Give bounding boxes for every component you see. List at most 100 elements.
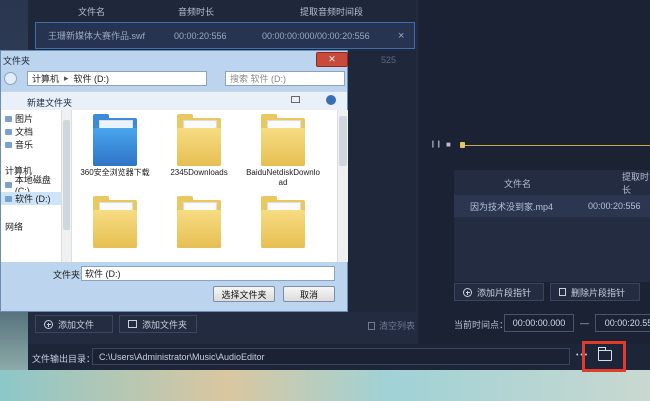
hidden-cell-value: 525 bbox=[381, 55, 397, 65]
nav-label: 音乐 bbox=[15, 140, 34, 150]
folder-grid: 360安全浏览器下载 2345Downloads BaiduNetdiskDow… bbox=[77, 110, 335, 262]
nav-item-drive-c[interactable]: 本地磁盘 (C:) bbox=[1, 175, 67, 196]
folder-icon bbox=[261, 196, 305, 248]
folder-name: BaiduNetdiskDownload bbox=[246, 168, 320, 187]
cancel-button[interactable]: 取消 bbox=[283, 286, 335, 302]
stop-icon[interactable]: ■ bbox=[446, 140, 451, 149]
file-name: 王珊新媒体大赛作品.swf bbox=[48, 31, 146, 41]
select-folder-button[interactable]: 选择文件夹 bbox=[213, 286, 275, 302]
col-header-range: 提取音频时间段 bbox=[300, 6, 364, 17]
pause-icon[interactable]: ❙❙ bbox=[430, 140, 442, 148]
grid-scroll-thumb[interactable] bbox=[339, 116, 347, 166]
folder-icon bbox=[177, 196, 221, 248]
grid-scrollbar[interactable] bbox=[337, 110, 348, 262]
folder-name: 2345Downloads bbox=[170, 168, 228, 177]
output-dir-label: 文件输出目录： bbox=[32, 354, 96, 364]
folder-name-row: 文件夹: 软件 (D:) bbox=[1, 264, 347, 282]
navigation-pane: 图片 文档 音乐 计算机 本地磁盘 (C:) 软件 (D:) 网络 bbox=[1, 110, 72, 262]
timeline-thumb[interactable] bbox=[460, 142, 465, 148]
addr-part-drive[interactable]: 软件 (D:) bbox=[74, 72, 110, 85]
time-separator: — bbox=[580, 318, 589, 328]
segment-name: 因为技术没到家.mp4 bbox=[470, 201, 554, 212]
player-controls: ❙❙ ■ bbox=[418, 136, 650, 156]
dialog-toolbar: 新建文件夹 bbox=[1, 91, 347, 111]
nav-item-network[interactable]: 网络 bbox=[1, 220, 67, 233]
nav-item-drive-d[interactable]: 软件 (D:) bbox=[1, 192, 67, 205]
nav-label: 文档 bbox=[15, 127, 34, 137]
col-header-duration: 音频时长 bbox=[178, 6, 215, 17]
nav-item-documents[interactable]: 文档 bbox=[1, 125, 67, 138]
help-icon[interactable] bbox=[326, 95, 336, 105]
dialog-content: 图片 文档 音乐 计算机 本地磁盘 (C:) 软件 (D:) 网络 360安全浏… bbox=[1, 110, 348, 262]
documents-icon bbox=[5, 128, 12, 135]
nav-scroll-thumb[interactable] bbox=[63, 120, 70, 230]
add-circle-icon bbox=[44, 319, 53, 329]
current-time-label: 当前时间点： bbox=[454, 320, 509, 330]
folder-icon bbox=[93, 114, 137, 166]
timeline-track[interactable] bbox=[462, 145, 650, 146]
folder-tile[interactable] bbox=[77, 192, 153, 250]
address-bar: 计算机 ▸ 软件 (D:) 搜索 软件 (D:) bbox=[1, 69, 347, 89]
file-range: 00:00:00:000/00:00:20:556 bbox=[262, 30, 370, 41]
dialog-close-button[interactable]: ✕ bbox=[316, 52, 348, 67]
clear-list-button[interactable]: 清空列表 bbox=[368, 319, 415, 332]
view-options-icon[interactable] bbox=[291, 96, 300, 103]
folder-tile[interactable] bbox=[245, 192, 321, 250]
delete-marker-button[interactable]: 删除片段指针 bbox=[550, 283, 640, 301]
seg-header-duration: 提取时长 bbox=[622, 172, 650, 195]
nav-scrollbar[interactable] bbox=[61, 110, 71, 262]
segment-row[interactable]: 因为技术没到家.mp4 00:00:20:556 bbox=[454, 195, 650, 217]
add-file-label: 添加文件 bbox=[58, 319, 95, 330]
dialog-titlebar: 文件夹 ✕ bbox=[1, 51, 348, 67]
browse-folder-dialog: 文件夹 ✕ 计算机 ▸ 软件 (D:) 搜索 软件 (D:) 新建文件夹 图片 … bbox=[0, 50, 348, 312]
folder-name-input[interactable]: 软件 (D:) bbox=[81, 266, 335, 281]
folder-tile[interactable]: 360安全浏览器下载 bbox=[77, 110, 153, 178]
delete-marker-label: 删除片段指针 bbox=[571, 287, 626, 298]
output-bar: 文件输出目录： C:\Users\Administrator\Music\Aud… bbox=[28, 344, 650, 370]
address-field[interactable]: 计算机 ▸ 软件 (D:) bbox=[27, 71, 207, 86]
new-folder-button[interactable]: 新建文件夹 bbox=[27, 96, 72, 109]
folder-icon bbox=[93, 196, 137, 248]
folder-tile[interactable] bbox=[161, 192, 237, 250]
folder-tile[interactable]: 2345Downloads bbox=[161, 110, 237, 178]
folder-outline-icon bbox=[128, 320, 137, 328]
dialog-title: 文件夹 bbox=[3, 56, 31, 66]
folder-icon bbox=[177, 114, 221, 166]
folder-name: 360安全浏览器下载 bbox=[80, 168, 150, 177]
drive-icon bbox=[5, 181, 12, 188]
desktop-wallpaper-bottom bbox=[0, 370, 650, 401]
search-input[interactable]: 搜索 软件 (D:) bbox=[225, 71, 345, 86]
trash-icon bbox=[368, 321, 375, 330]
end-time-field[interactable]: 00:00:20.556 bbox=[595, 314, 650, 332]
remove-file-icon[interactable]: × bbox=[398, 30, 404, 42]
add-circle-icon bbox=[463, 287, 472, 297]
drive-icon bbox=[5, 195, 12, 202]
breadcrumb-separator-icon: ▸ bbox=[64, 73, 69, 83]
segment-duration: 00:00:20:556 bbox=[588, 201, 641, 211]
back-icon[interactable] bbox=[4, 72, 17, 85]
nav-item-pictures[interactable]: 图片 bbox=[1, 112, 67, 125]
folder-icon bbox=[261, 114, 305, 166]
addr-part-computer[interactable]: 计算机 bbox=[32, 72, 59, 85]
file-row[interactable]: 王珊新媒体大赛作品.swf 00:00:20:556 00:00:00:000/… bbox=[35, 22, 415, 49]
file-duration: 00:00:20:556 bbox=[174, 30, 227, 41]
add-marker-label: 添加片段指针 bbox=[477, 287, 532, 298]
trash-icon bbox=[559, 288, 566, 296]
music-icon bbox=[5, 141, 12, 148]
add-folder-button[interactable]: 添加文件夹 bbox=[119, 315, 197, 333]
clear-list-label: 清空列表 bbox=[379, 321, 416, 331]
segment-panel: ❙❙ ■ 文件名 提取时长 因为技术没到家.mp4 00:00:20:556 添… bbox=[418, 0, 650, 370]
add-folder-label: 添加文件夹 bbox=[142, 319, 188, 330]
add-marker-button[interactable]: 添加片段指针 bbox=[454, 283, 544, 301]
col-header-filename: 文件名 bbox=[78, 6, 106, 17]
nav-label: 软件 (D:) bbox=[15, 194, 51, 204]
seg-header-filename: 文件名 bbox=[504, 178, 532, 189]
nav-item-music[interactable]: 音乐 bbox=[1, 138, 67, 151]
add-file-button[interactable]: 添加文件 bbox=[35, 315, 113, 333]
nav-label: 网络 bbox=[5, 222, 24, 232]
folder-field-label: 文件夹: bbox=[53, 270, 83, 280]
folder-tile[interactable]: BaiduNetdiskDownload bbox=[245, 110, 321, 188]
segment-table: 文件名 提取时长 因为技术没到家.mp4 00:00:20:556 bbox=[454, 170, 650, 282]
output-path-field[interactable]: C:\Users\Administrator\Music\AudioEditor bbox=[92, 348, 570, 365]
start-time-field[interactable]: 00:00:00.000 bbox=[504, 314, 574, 332]
